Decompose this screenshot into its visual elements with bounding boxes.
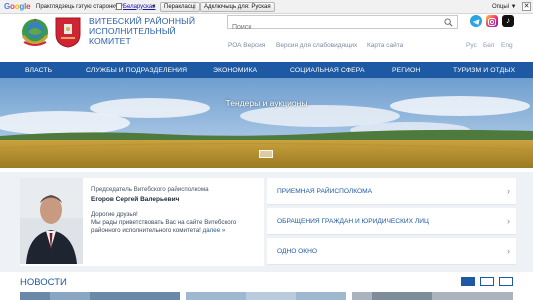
read-more-link[interactable]: далее » — [203, 227, 226, 234]
news-thumbnail[interactable] — [186, 292, 346, 300]
nav-item-power[interactable]: Власть — [25, 67, 52, 74]
vitebsk-crest-icon[interactable] — [55, 16, 81, 48]
chairman-photo — [20, 178, 83, 264]
google-logo: Google — [4, 2, 31, 11]
chevron-right-icon: › — [507, 186, 510, 196]
chevron-right-icon: › — [507, 216, 510, 226]
lang-be[interactable]: Бел — [483, 42, 494, 49]
side-link-label: Обращения граждан и юридических лиц — [277, 218, 429, 225]
belarus-emblem-icon[interactable] — [20, 16, 50, 48]
nav-item-economy[interactable]: Экономика — [213, 67, 257, 74]
chevron-down-icon[interactable]: ▾ — [152, 3, 155, 10]
tiktok-icon[interactable]: ♪ — [502, 15, 514, 27]
translate-prompt: Пракглядзець гэтую старонку ў: — [36, 3, 125, 10]
translate-options-menu[interactable]: Опцыі ▼ — [492, 4, 517, 10]
news-view-grid-button[interactable] — [499, 277, 513, 286]
nav-item-region[interactable]: Регион — [392, 67, 420, 74]
search-box[interactable] — [227, 15, 458, 34]
translate-bar: Google Пракглядзець гэтую старонку ў: Бе… — [0, 0, 533, 14]
news-thumbnail[interactable] — [20, 292, 180, 300]
search-input[interactable] — [228, 21, 428, 34]
translate-button[interactable]: Перакласці — [160, 2, 200, 12]
greeting-heading: Дорогие друзья! — [91, 211, 138, 218]
sitemap-link[interactable]: Карта сайта — [367, 42, 403, 49]
main-nav: Власть Службы и подразделения Экономика … — [0, 62, 533, 78]
news-heading[interactable]: Новости — [20, 277, 67, 288]
search-icon[interactable] — [444, 18, 453, 27]
news-view-list-button[interactable] — [480, 277, 494, 286]
nav-item-services[interactable]: Службы и подразделения — [86, 67, 187, 74]
lang-en[interactable]: Eng — [501, 42, 513, 49]
news-thumbnail[interactable] — [352, 292, 513, 300]
chairman-name[interactable]: Егоров Сергей Валерьевич — [91, 196, 179, 203]
side-link-label: Приемная райисполкома — [277, 188, 373, 195]
side-link-label: Одно окно — [277, 248, 318, 255]
chevron-right-icon: › — [507, 246, 510, 256]
greeting-text: Дорогие друзья! Мы рады приветствовать В… — [91, 211, 261, 236]
slider-indicator[interactable] — [259, 150, 273, 158]
lang-ru[interactable]: Рус — [466, 42, 477, 49]
chairman-role: Председатель Витебского райисполкома — [91, 186, 209, 193]
side-link-one-window[interactable]: Одно окно › — [267, 238, 516, 265]
hero-banner[interactable]: Тендеры и аукционы — [0, 78, 533, 168]
banner-title[interactable]: Тендеры и аукционы — [0, 98, 533, 108]
low-vision-version-link[interactable]: Версия для слабовидящих — [276, 42, 357, 49]
close-icon[interactable]: ✕ — [522, 2, 531, 11]
translate-language-select[interactable]: Беларуская — [123, 4, 155, 10]
translate-icon — [116, 3, 122, 10]
chairman-card: Председатель Витебского райисполкома Его… — [20, 178, 264, 266]
side-link-appeals[interactable]: Обращения граждан и юридических лиц › — [267, 208, 516, 235]
side-link-reception[interactable]: Приемная райисполкома › — [267, 178, 516, 205]
instagram-icon[interactable] — [486, 15, 498, 27]
telegram-icon[interactable] — [470, 15, 482, 27]
nav-item-social[interactable]: Социальная сфера — [290, 67, 365, 74]
site-title[interactable]: Витебский районный исполнительный комите… — [89, 16, 209, 47]
disable-translate-button[interactable]: Адключыць для: Руская — [200, 2, 275, 12]
rss-version-link[interactable]: РОА Версия — [228, 42, 265, 49]
news-view-tiles-button[interactable] — [461, 277, 475, 286]
nav-item-tourism[interactable]: Туризм и отдых — [453, 67, 515, 74]
